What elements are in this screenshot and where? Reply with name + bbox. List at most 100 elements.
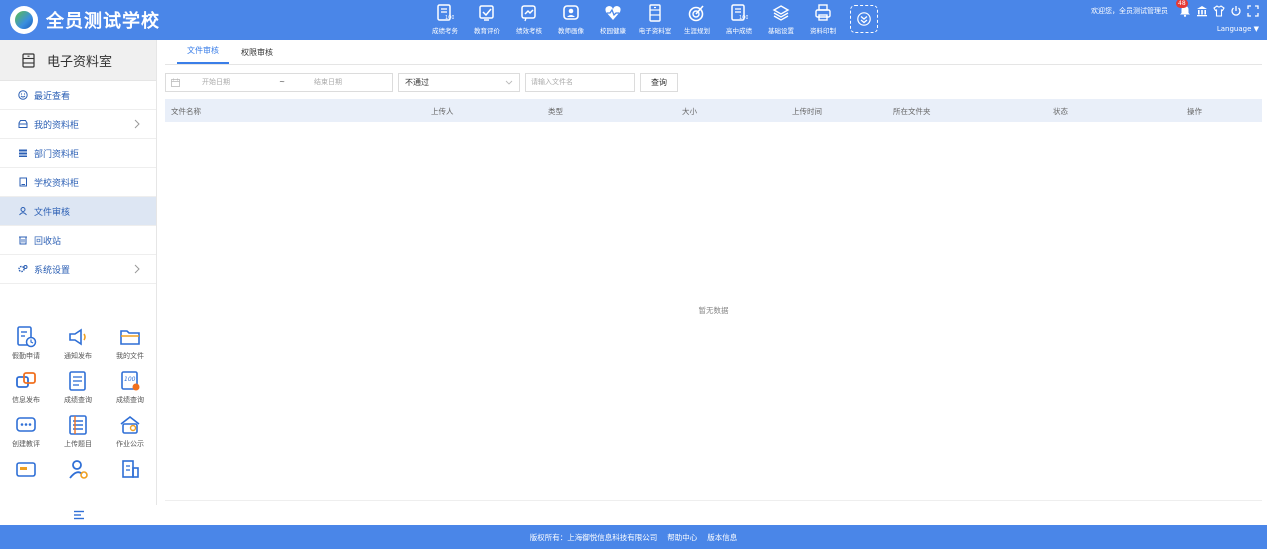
column-header-actions: 操作 xyxy=(1187,107,1202,116)
sidebar-item-label: 最近查看 xyxy=(34,91,71,102)
column-header-size: 大小 xyxy=(682,107,697,116)
tab-permission-audit[interactable]: 权限审核 xyxy=(231,47,283,64)
quick-score-query[interactable]: 成绩查询 xyxy=(52,370,104,405)
calendar-icon xyxy=(171,78,180,87)
notification-badge: 48 xyxy=(1176,0,1188,8)
quick-create-evaluation[interactable]: 创建教评 xyxy=(0,414,52,449)
sidebar-item-my-cabinet[interactable]: 我的资料柜 xyxy=(0,110,156,139)
svg-text:100: 100 xyxy=(124,376,136,383)
quick-info-publish[interactable]: 信息发布 xyxy=(0,370,52,405)
end-date-input[interactable]: 结束日期 xyxy=(314,77,342,87)
quick-user-settings[interactable] xyxy=(52,458,104,480)
sidebar-title-text: 电子资料室 xyxy=(47,54,113,70)
cabinet-icon xyxy=(18,120,28,128)
sidebar-item-department-cabinet[interactable]: 部门资料柜 xyxy=(0,139,156,168)
logout-button[interactable] xyxy=(1230,5,1242,17)
module-exam[interactable]: 100 成绩考务 xyxy=(424,3,466,37)
settings-layers-icon xyxy=(772,5,790,21)
quick-score-query-100[interactable]: 100 成绩查询 xyxy=(104,370,156,405)
archive-icon xyxy=(22,52,35,68)
teacher-portrait-icon xyxy=(563,5,579,20)
fullscreen-button[interactable] xyxy=(1247,5,1259,17)
score-query-icon xyxy=(69,371,86,391)
sidebar-item-label: 我的资料柜 xyxy=(34,120,80,131)
quick-homework-publicity[interactable]: 作业公示 xyxy=(104,414,156,449)
module-evaluation[interactable]: 教育评价 xyxy=(466,3,508,37)
school-file-icon xyxy=(19,177,27,187)
chevron-right-icon xyxy=(134,264,140,274)
career-icon xyxy=(688,5,704,22)
sidebar-title: 电子资料室 xyxy=(0,40,156,81)
card-icon xyxy=(16,462,36,477)
school-home-button[interactable] xyxy=(1196,5,1208,17)
quick-leave-request[interactable]: 假勤申请 xyxy=(0,326,52,361)
header-user-area: 欢迎您，全员测试管理员 48 xyxy=(1091,0,1259,17)
module-print[interactable]: 资料印制 xyxy=(802,3,844,37)
module-performance[interactable]: 绩效考核 xyxy=(508,3,550,37)
module-archive[interactable]: 电子资料室 xyxy=(634,3,676,37)
column-header-folder: 所在文件夹 xyxy=(893,107,931,116)
sidebar-item-label: 部门资料柜 xyxy=(34,149,80,160)
sidebar-item-system-settings[interactable]: 系统设置 xyxy=(0,255,156,284)
bank-icon xyxy=(1197,6,1207,17)
notification-button[interactable]: 48 xyxy=(1176,0,1191,17)
more-modules-button[interactable] xyxy=(850,5,878,33)
exam-icon: 100 xyxy=(437,4,454,21)
tab-file-audit[interactable]: 文件审核 xyxy=(177,45,229,64)
sidebar-item-label: 学校资料柜 xyxy=(34,178,80,189)
sidebar: 电子资料室 最近查看 我的资料柜 部门资料柜 学校资料柜 文件审核 回收站 系统… xyxy=(0,40,157,525)
sidebar-item-recycle-bin[interactable]: 回收站 xyxy=(0,226,156,255)
filename-search-input[interactable] xyxy=(525,72,635,92)
sidebar-item-label: 系统设置 xyxy=(34,265,71,276)
highschool-score-icon: 100 xyxy=(731,4,748,21)
table-header: 文件名称 上传人 类型 大小 上传时间 所在文件夹 状态 操作 xyxy=(165,99,1262,122)
sidebar-item-recent[interactable]: 最近查看 xyxy=(0,81,156,110)
module-highschool-score[interactable]: 100 高中成绩 xyxy=(718,3,760,37)
health-icon xyxy=(605,6,621,20)
footer-copyright: 版权所有：上海御悦信息科技有限公司 xyxy=(529,532,658,542)
module-career[interactable]: 生涯规划 xyxy=(676,3,718,37)
module-settings[interactable]: 基础设置 xyxy=(760,3,802,37)
module-teacher-portrait[interactable]: 教师画像 xyxy=(550,3,592,37)
clock-smile-icon xyxy=(18,90,28,100)
evaluation-icon xyxy=(479,5,494,21)
gear-icon xyxy=(18,265,28,273)
date-separator: ~ xyxy=(279,78,285,86)
school-logo[interactable]: 全员测试学校 xyxy=(10,6,160,34)
column-header-uploader: 上传人 xyxy=(431,107,454,116)
quick-card[interactable] xyxy=(0,458,52,480)
status-select[interactable]: 不通过 xyxy=(398,72,520,92)
module-nav: 100 成绩考务 教育评价 绩效考核 教师画像 校园健康 电子资料室 生涯规划 xyxy=(424,3,878,37)
date-range-picker[interactable]: 开始日期 ~ 结束日期 xyxy=(165,72,393,92)
module-health[interactable]: 校园健康 xyxy=(592,3,634,37)
quick-upload-question[interactable]: 上传题目 xyxy=(52,414,104,449)
folder-icon xyxy=(120,330,140,345)
quick-my-files[interactable]: 我的文件 xyxy=(104,326,156,361)
quick-access-grid: 假勤申请 通知发布 我的文件 信息发布 成绩查询 100 成绩查询 创建教评 上 xyxy=(0,326,157,480)
language-selector[interactable]: Language ▼ xyxy=(1217,25,1259,33)
upload-question-icon xyxy=(69,415,87,435)
tab-bar: 文件审核 权限审核 xyxy=(165,40,1262,65)
footer-version-link[interactable]: 版本信息 xyxy=(707,532,737,543)
quick-building[interactable] xyxy=(104,458,156,480)
leave-icon xyxy=(17,326,37,348)
sidebar-item-file-audit[interactable]: 文件审核 xyxy=(0,197,156,226)
empty-state-text: 暂无数据 xyxy=(698,306,729,315)
quick-notice-publish[interactable]: 通知发布 xyxy=(52,326,104,361)
sidebar-item-school-cabinet[interactable]: 学校资料柜 xyxy=(0,168,156,197)
column-header-filename: 文件名称 xyxy=(171,107,201,116)
skin-button[interactable] xyxy=(1213,5,1225,17)
school-name: 全员测试学校 xyxy=(46,11,160,32)
start-date-input[interactable]: 开始日期 xyxy=(202,77,262,87)
sidebar-collapse-button[interactable] xyxy=(0,505,157,525)
info-publish-icon xyxy=(16,372,36,388)
footer-help-link[interactable]: 帮助中心 xyxy=(667,532,697,543)
svg-text:100: 100 xyxy=(739,15,748,21)
chevron-right-icon xyxy=(134,119,140,129)
fullscreen-icon xyxy=(1247,5,1259,17)
menu-collapse-icon xyxy=(73,510,84,520)
top-header: 全员测试学校 100 成绩考务 教育评价 绩效考核 教师画像 校园健康 电子资料… xyxy=(0,0,1267,40)
archive-icon xyxy=(649,4,661,22)
performance-icon xyxy=(521,5,536,22)
query-button[interactable]: 查询 xyxy=(640,72,678,92)
